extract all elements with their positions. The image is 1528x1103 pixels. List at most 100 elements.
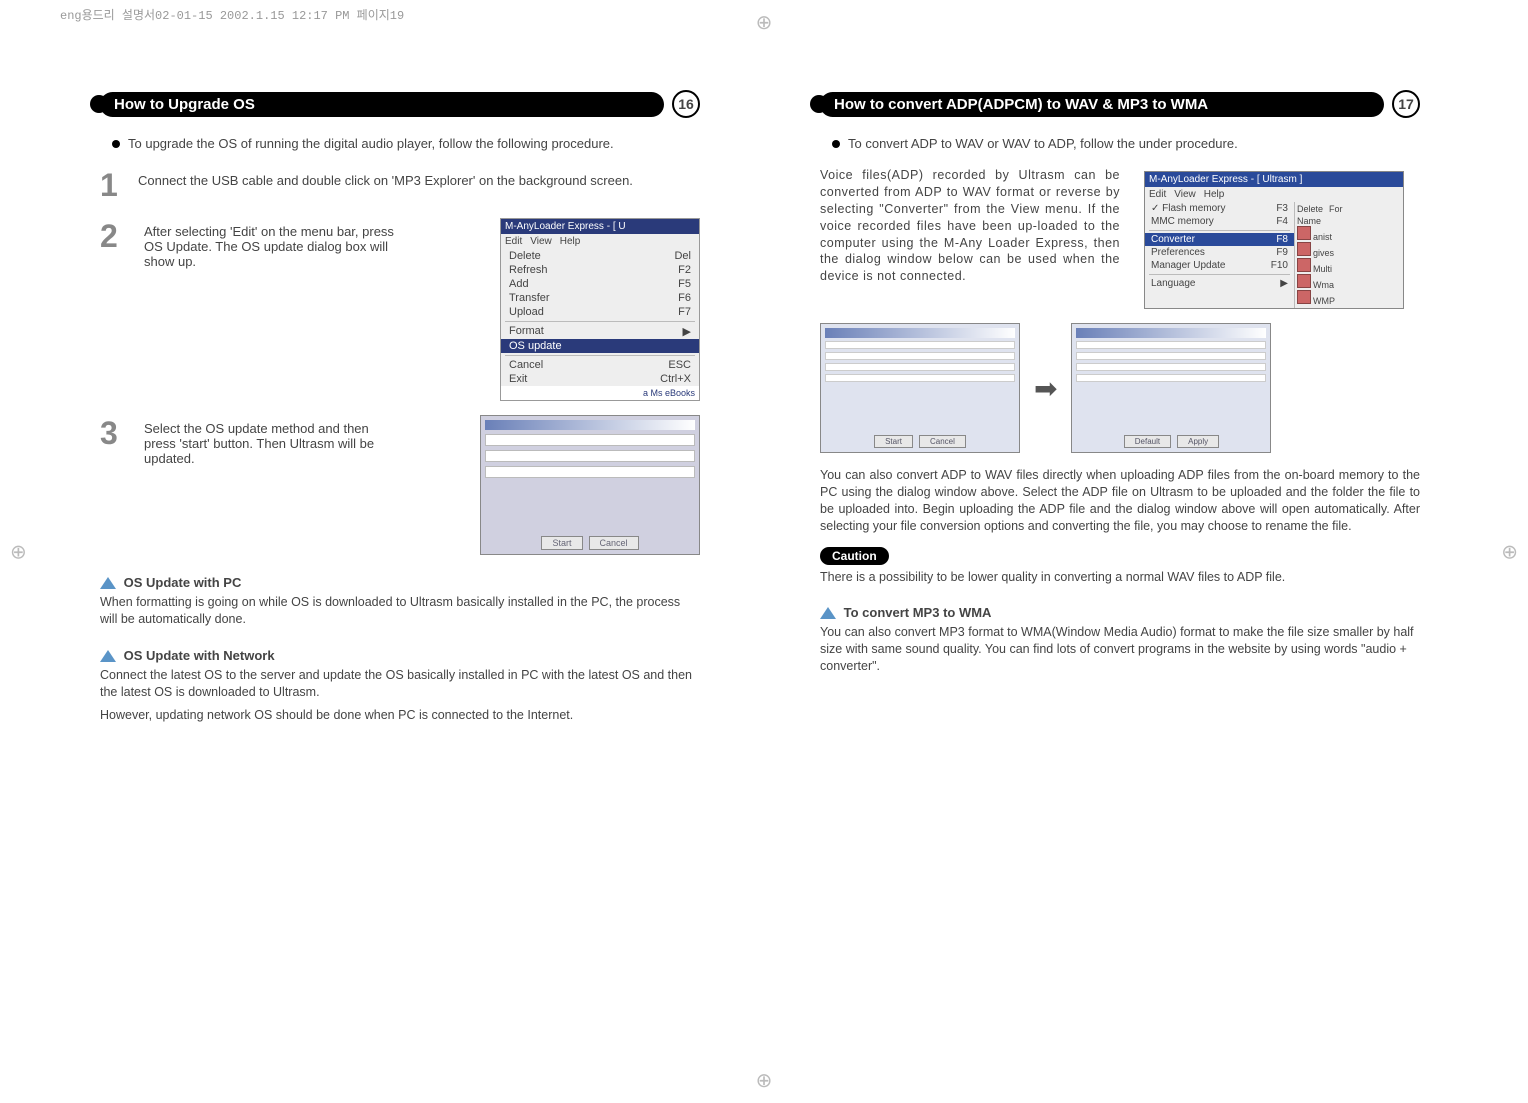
menu-item-delete[interactable]: DeleteDel <box>501 249 699 263</box>
menu-item-exit[interactable]: ExitCtrl+X <box>501 372 699 386</box>
lead-paragraph-left: To upgrade the OS of running the digital… <box>112 136 700 151</box>
file-icon <box>1297 226 1311 240</box>
lead-text: To convert ADP to WAV or WAV to ADP, fol… <box>848 136 1238 151</box>
section-title-left: How to Upgrade OS <box>100 92 664 117</box>
converter-dialogs-row: Start Cancel ➡ Default Apply <box>820 323 1420 453</box>
dialog-field <box>1076 341 1266 349</box>
dialog-field <box>825 363 1015 371</box>
menu-item-mmc-memory[interactable]: MMC memoryF4 <box>1145 215 1294 228</box>
menu-view[interactable]: View <box>1174 189 1196 200</box>
menu-item-preferences[interactable]: PreferencesF9 <box>1145 246 1294 259</box>
para-voice-files: Voice files(ADP) recorded by Ultrasm can… <box>820 167 1120 285</box>
menu-edit[interactable]: Edit <box>505 236 522 247</box>
dialog-field <box>825 341 1015 349</box>
menu-help[interactable]: Help <box>560 236 581 247</box>
dialog-field <box>825 352 1015 360</box>
step-number: 2 <box>100 218 128 255</box>
menu-help[interactable]: Help <box>1204 189 1225 200</box>
caution-body: There is a possibility to be lower quali… <box>820 569 1420 586</box>
menu-item-language[interactable]: Language▶ <box>1145 277 1294 290</box>
cancel-button[interactable]: Cancel <box>589 536 639 550</box>
left-page: How to Upgrade OS 16 To upgrade the OS o… <box>100 90 700 723</box>
lead-paragraph-right: To convert ADP to WAV or WAV to ADP, fol… <box>832 136 1420 151</box>
menu-edit[interactable]: Edit <box>1149 189 1166 200</box>
start-button[interactable]: Start <box>874 435 913 448</box>
body-mp3-to-wma: You can also convert MP3 format to WMA(W… <box>820 624 1420 675</box>
menu-item-os-update[interactable]: OS update <box>501 339 699 353</box>
page-number-left: 16 <box>672 90 700 118</box>
file-icon <box>1297 290 1311 304</box>
menu-item-cancel[interactable]: CancelESC <box>501 358 699 372</box>
dialog-field <box>485 466 695 478</box>
bullet-icon <box>112 140 120 148</box>
file-row: Wma <box>1297 274 1401 290</box>
caption-ebooks: a Ms eBooks <box>501 386 699 400</box>
lead-text: To upgrade the OS of running the digital… <box>128 136 614 151</box>
dialog-titlebar <box>485 420 695 430</box>
file-row: anist <box>1297 226 1401 242</box>
dialog-field <box>1076 352 1266 360</box>
start-button[interactable]: Start <box>541 536 582 550</box>
menu-view[interactable]: View <box>530 236 552 247</box>
body-os-update-network-1: Connect the latest OS to the server and … <box>100 667 700 701</box>
subhead-os-update-pc: OS Update with PC <box>100 575 700 590</box>
converter-dialog-left: Start Cancel <box>820 323 1020 453</box>
body-os-update-network-2: However, updating network OS should be d… <box>100 707 700 724</box>
step-text: Select the OS update method and then pre… <box>144 415 404 466</box>
step-3: 3 Select the OS update method and then p… <box>100 415 700 555</box>
dialog-field <box>1076 374 1266 382</box>
menu-item-flash-memory[interactable]: ✓ Flash memoryF3 <box>1145 202 1294 215</box>
registration-mark-top: ⊕ <box>756 10 773 35</box>
page-spread: How to Upgrade OS 16 To upgrade the OS o… <box>0 90 1528 723</box>
bullet-icon <box>832 140 840 148</box>
default-button[interactable]: Default <box>1124 435 1171 448</box>
menu-separator <box>1149 274 1290 275</box>
column-header-name: Name <box>1297 216 1401 226</box>
os-update-dialog-screenshot: Start Cancel <box>480 415 700 555</box>
menu-item-format[interactable]: Format▶ <box>501 324 699 339</box>
toolbar-icons: Delete For <box>1297 204 1401 214</box>
menu-item-refresh[interactable]: RefreshF2 <box>501 263 699 277</box>
dialog-titlebar <box>1076 328 1266 338</box>
triangle-icon <box>100 650 116 662</box>
triangle-icon <box>820 607 836 619</box>
view-menu-screenshot: M-AnyLoader Express - [ Ultrasm ] Edit V… <box>1144 171 1404 309</box>
file-row: gives <box>1297 242 1401 258</box>
print-slug: eng용드리 설명서02-01-15 2002.1.15 12:17 PM 페이… <box>60 6 404 23</box>
file-row: Multi <box>1297 258 1401 274</box>
file-icon <box>1297 274 1311 288</box>
step-number: 3 <box>100 415 128 452</box>
menu-item-transfer[interactable]: TransferF6 <box>501 291 699 305</box>
dialog-field <box>825 374 1015 382</box>
file-row: WMP <box>1297 290 1401 306</box>
menu-separator <box>505 321 695 322</box>
edit-menu-screenshot: M-AnyLoader Express - [ U Edit View Help… <box>500 218 700 401</box>
cancel-button[interactable]: Cancel <box>919 435 966 448</box>
menubar: Edit View Help <box>501 234 699 249</box>
converter-dialog-right: Default Apply <box>1071 323 1271 453</box>
caution-label: Caution <box>820 547 889 565</box>
file-icon <box>1297 258 1311 272</box>
step-1: 1 Connect the USB cable and double click… <box>100 167 700 204</box>
menu-separator <box>1149 230 1290 231</box>
step-text: After selecting 'Edit' on the menu bar, … <box>144 218 404 269</box>
para-convert-direct: You can also convert ADP to WAV files di… <box>820 467 1420 535</box>
para-with-screenshot: Voice files(ADP) recorded by Ultrasm can… <box>820 167 1420 309</box>
menu-item-converter[interactable]: ConverterF8 <box>1145 233 1294 246</box>
subhead-os-update-network: OS Update with Network <box>100 648 700 663</box>
registration-mark-bottom: ⊕ <box>756 1068 773 1093</box>
body-os-update-pc: When formatting is going on while OS is … <box>100 594 700 628</box>
window-titlebar: M-AnyLoader Express - [ U <box>501 219 699 234</box>
step-2: 2 After selecting 'Edit' on the menu bar… <box>100 218 700 401</box>
apply-button[interactable]: Apply <box>1177 435 1219 448</box>
delete-icon-label: Delete <box>1297 204 1323 214</box>
step-number: 1 <box>100 167 128 204</box>
dialog-field <box>1076 363 1266 371</box>
menu-item-manager-update[interactable]: Manager UpdateF10 <box>1145 259 1294 272</box>
dialog-field <box>485 434 695 446</box>
menu-item-upload[interactable]: UploadF7 <box>501 305 699 319</box>
triangle-icon <box>100 577 116 589</box>
menu-item-add[interactable]: AddF5 <box>501 277 699 291</box>
arrow-right-icon: ➡ <box>1034 372 1057 405</box>
window-titlebar: M-AnyLoader Express - [ Ultrasm ] <box>1145 172 1403 187</box>
